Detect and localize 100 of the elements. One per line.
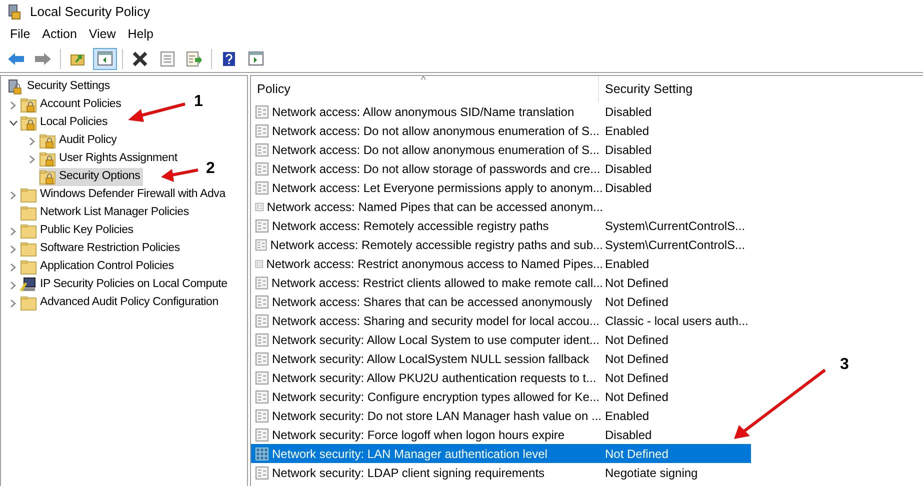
setting-cell-text: Disabled (604, 142, 652, 158)
setting-cell-text: System\CurrentControlS... (604, 218, 746, 234)
table-row[interactable]: Network security: Configure encryption types allowed for Ke... Not Defined (251, 387, 751, 406)
policy-cell-text: Network access: Sharing and security model for local accou... (272, 312, 600, 330)
table-row[interactable]: Network access: Restrict anonymous access to Named Pipes... Enabled (251, 254, 751, 273)
policy-icon (255, 124, 269, 138)
table-row[interactable]: Network access: Do not allow anonymous enumeration of S... Enabled (251, 121, 751, 140)
tree-item[interactable]: Software Restriction Policies (20, 240, 183, 258)
collapse-chevron-icon[interactable] (8, 120, 18, 126)
table-row[interactable]: Network access: Do not allow storage of passwords and cre... Disabled (251, 159, 751, 178)
menu-item[interactable]: Help (122, 25, 160, 44)
policy-icon (255, 104, 269, 118)
menu-item[interactable]: View (82, 25, 122, 44)
policy-icon (255, 314, 269, 328)
tree-item[interactable]: User Rights Assignment (39, 150, 180, 168)
policy-cell-text: Network security: Allow PKU2U authentication requests to t... (272, 370, 596, 386)
locked-folder-icon (20, 97, 37, 113)
tree-item[interactable]: Network List Manager Policies (20, 204, 192, 222)
table-row[interactable]: Network security: Allow LocalSystem NULL session fallback Not Defined (251, 349, 751, 368)
table-row[interactable]: Network access: Remotely accessible registry paths and sub... System\CurrentControlS... (251, 235, 751, 254)
setting-cell-text: Negotiate signing (604, 464, 698, 482)
table-row[interactable]: Network access: Remotely accessible registry paths System\CurrentControlS... (251, 216, 751, 235)
policy-icon (255, 142, 269, 156)
policy-cell-text: Network security: Force logoff when logon hours expire (272, 426, 565, 444)
console-tree-button[interactable] (93, 48, 117, 70)
policy-cell-text: Network access: Do not allow anonymous enumeration of S... (272, 122, 600, 140)
policy-cell-text: Network security: Configure encryption types allowed for Ke... (272, 388, 600, 406)
policy-icon (255, 428, 269, 442)
policy-icon (255, 446, 269, 460)
policy-icon (255, 466, 269, 480)
menu-item[interactable]: File (4, 25, 36, 44)
setting-cell-text: Enabled (604, 122, 650, 140)
policy-cell-text: Network access: Let Everyone permissions apply to anonym... (272, 180, 603, 196)
export-list-icon (186, 50, 202, 66)
setting-cell-text: Disabled (604, 426, 652, 444)
tree-item[interactable]: Application Control Policies (20, 258, 177, 276)
policy-icon (255, 352, 269, 366)
tree-item[interactable]: Windows Defender Firewall with Adva (20, 186, 228, 204)
back-arrow-icon (7, 52, 25, 66)
help-icon (222, 50, 236, 66)
policy-cell-text: Network security: LDAP client signing requirements (272, 464, 545, 482)
tree-item[interactable]: IP Security Policies on Local Compute (20, 276, 230, 294)
tree-item[interactable]: Audit Policy (39, 132, 120, 150)
expand-chevron-icon[interactable] (29, 136, 35, 146)
annotation-arrow (128, 102, 186, 122)
tree-item[interactable]: Security Options (39, 168, 144, 186)
table-row[interactable]: Network access: Let Everyone permissions apply to anonym... Disabled (251, 178, 751, 197)
setting-cell-text: System\CurrentControlS... (604, 236, 746, 254)
setting-cell-text: Disabled (604, 104, 652, 120)
table-row[interactable]: Network access: Sharing and security model for local accou... Classic - local users auth... (251, 311, 751, 330)
expand-chevron-icon[interactable] (10, 262, 16, 272)
table-row[interactable]: Network access: Allow anonymous SID/Name translation Disabled (251, 102, 751, 121)
policy-cell-text: Network access: Shares that can be accessed anonymously (272, 294, 592, 310)
policy-cell-text: Network security: Do not store LAN Manager hash value on ... (272, 408, 602, 424)
security-settings-icon (7, 79, 24, 95)
table-row[interactable]: Network security: LDAP client signing requirements Negotiate signing (251, 463, 751, 482)
expand-chevron-icon[interactable] (10, 190, 16, 200)
folder-icon (20, 241, 37, 257)
menu-item[interactable]: Action (36, 25, 83, 44)
annotation-number: 1 (194, 92, 203, 112)
properties-icon (160, 50, 174, 66)
expand-chevron-icon[interactable] (10, 298, 16, 308)
tree-item[interactable]: Security Settings (7, 78, 113, 96)
expand-chevron-icon[interactable] (10, 244, 16, 254)
table-row[interactable]: Network security: Force logoff when logon hours expire Disabled (251, 425, 751, 444)
tree-item[interactable]: Advanced Audit Policy Configuration (20, 294, 222, 312)
setting-cell-text: Not Defined (604, 446, 668, 462)
policy-cell-text: Network access: Allow anonymous SID/Name translation (272, 104, 574, 120)
policy-icon (255, 370, 269, 384)
setting-cell-text: Not Defined (604, 350, 668, 368)
setting-cell-text: Enabled (604, 256, 650, 272)
policy-icon (255, 238, 268, 252)
tree-item[interactable]: Local Policies (20, 114, 111, 132)
expand-chevron-icon[interactable] (10, 280, 16, 290)
annotation-number: 2 (206, 159, 215, 179)
policy-icon (255, 332, 269, 346)
table-row[interactable]: Network access: Restrict clients allowed to make remote call... Not Defined (251, 273, 751, 292)
setting-cell-text: Disabled (604, 180, 652, 196)
tree-item[interactable]: Account Policies (20, 96, 124, 114)
expand-chevron-icon[interactable] (10, 100, 16, 110)
table-row[interactable]: Network security: LAN Manager authentication level Not Defined (251, 444, 751, 463)
table-row[interactable]: Network access: Shares that can be accessed anonymously Not Defined (251, 292, 751, 311)
folder-icon (20, 259, 37, 275)
delete-icon (132, 50, 148, 66)
folder-icon (20, 295, 37, 311)
expand-chevron-icon[interactable] (10, 226, 16, 236)
table-row[interactable]: Network access: Named Pipes that can be accessed anonym... (251, 197, 751, 216)
expand-chevron-icon[interactable] (29, 154, 35, 164)
setting-cell-text: Not Defined (604, 332, 668, 348)
column-header[interactable]: Security Setting (599, 76, 749, 102)
table-row[interactable]: Network security: Allow Local System to use computer ident... Not Defined (251, 330, 751, 349)
annotation-number: 3 (840, 355, 849, 375)
table-row[interactable]: Network access: Do not allow anonymous enumeration of S... Disabled (251, 140, 751, 159)
policy-cell-text: Network access: Do not allow storage of passwords and cre... (272, 160, 600, 178)
policy-icon (255, 162, 269, 176)
table-row[interactable]: Network security: Do not store LAN Manager hash value on ... Enabled (251, 406, 751, 425)
folder-icon (20, 223, 37, 239)
tree-item[interactable]: Public Key Policies (20, 222, 136, 240)
table-row[interactable]: Network security: Allow PKU2U authentication requests to t... Not Defined (251, 368, 751, 387)
locked-folder-icon (39, 151, 56, 167)
